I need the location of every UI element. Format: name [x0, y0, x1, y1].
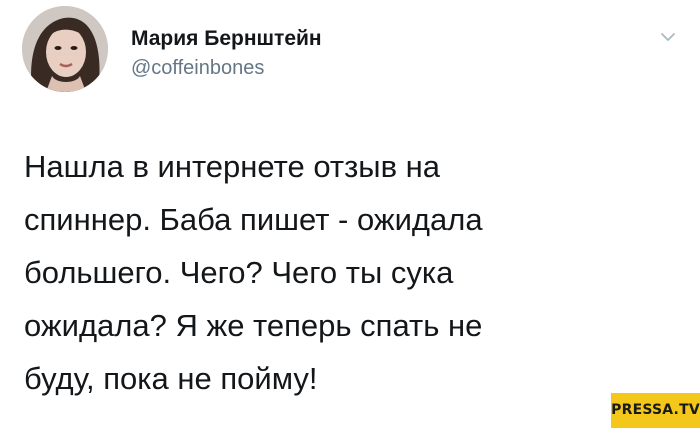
tweet-text-line: Нашла в интернете отзыв на	[24, 149, 441, 184]
profile-photo-icon	[22, 6, 108, 92]
tweet-text-line: большего. Чего? Чего ты сука	[24, 255, 454, 290]
tweet-text-line: спиннер. Баба пишет - ожидала	[24, 202, 483, 237]
display-name[interactable]: Мария Бернштейн	[131, 27, 322, 51]
chevron-down-icon[interactable]	[657, 28, 679, 46]
tweet-text: Нашла в интернете отзыв на спиннер. Баба…	[24, 140, 644, 405]
tweet-text-line: буду, пока не пойму!	[24, 361, 318, 396]
tweet-card: Мария Бернштейн @coffeinbones Нашла в ин…	[0, 0, 700, 428]
watermark-logo: PRESSA.TV	[611, 393, 700, 428]
avatar[interactable]	[22, 6, 108, 92]
user-handle[interactable]: @coffeinbones	[131, 57, 264, 80]
tweet-text-line: ожидала? Я же теперь спать не	[24, 308, 483, 343]
